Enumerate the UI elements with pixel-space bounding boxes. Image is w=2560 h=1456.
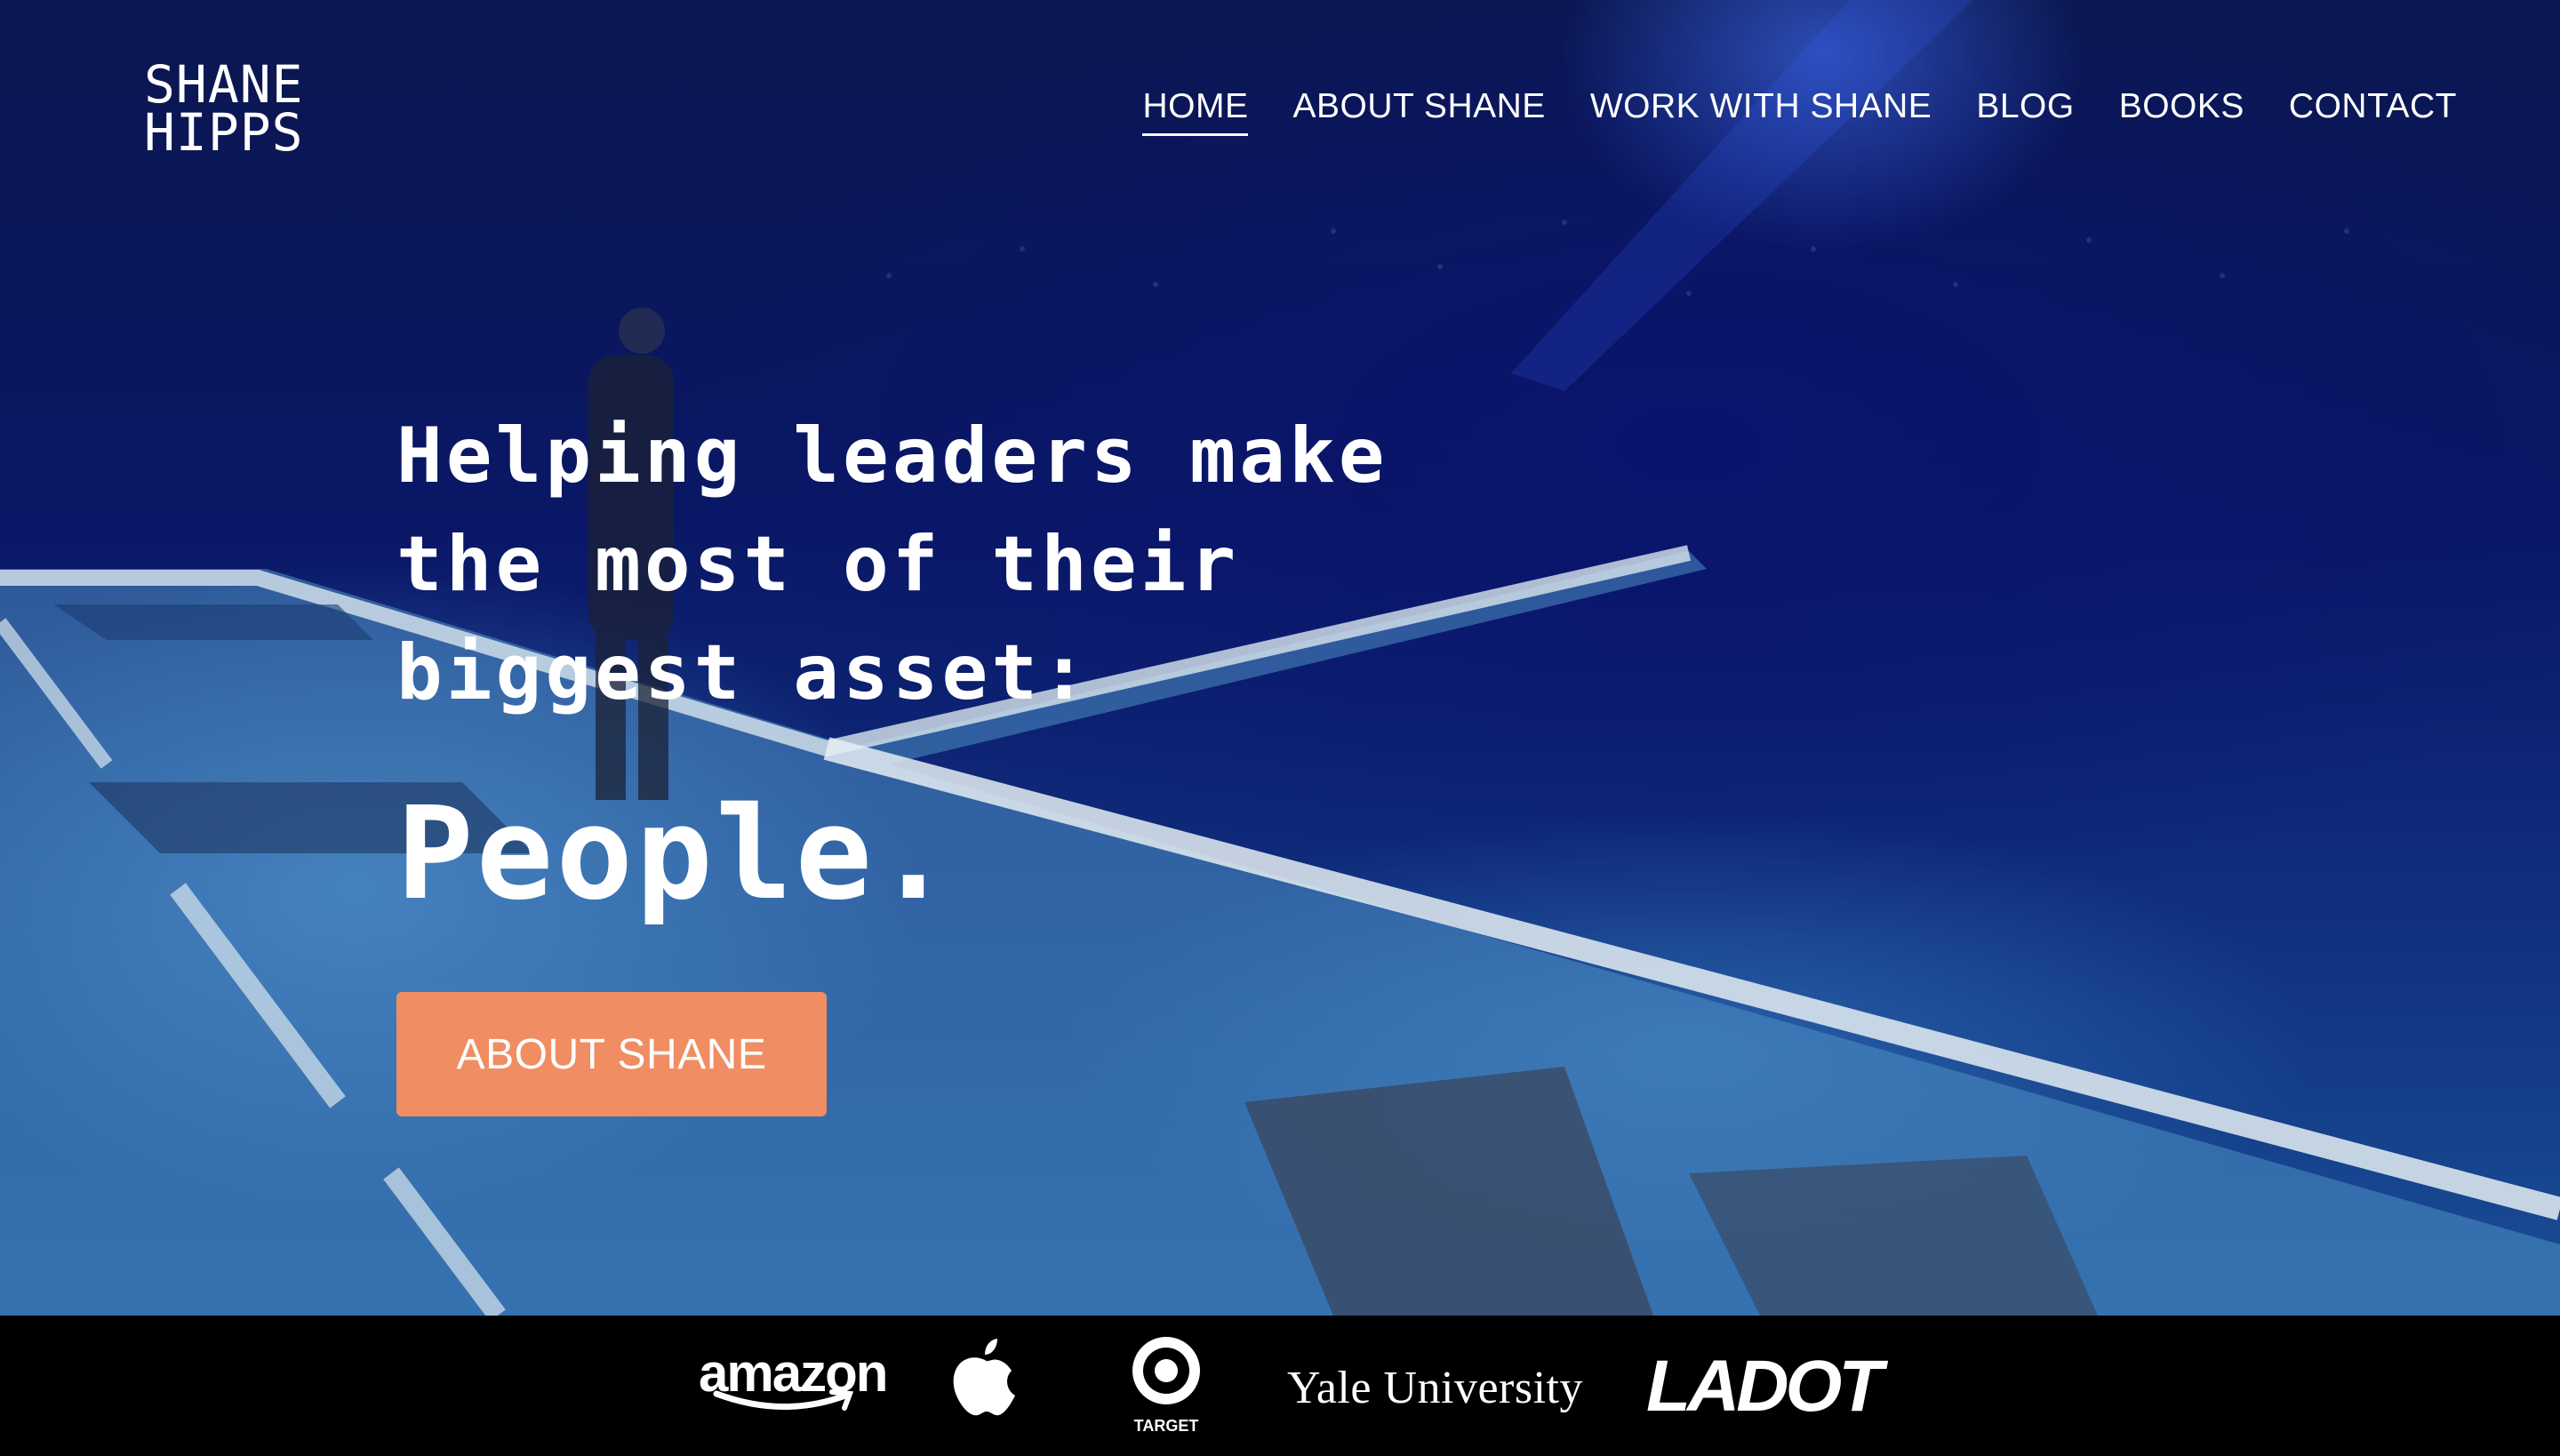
headline-line-2: the most of their bbox=[396, 520, 1240, 609]
nav-blog[interactable]: BLOG bbox=[1976, 87, 2074, 136]
logo-line-1: SHANE bbox=[144, 54, 304, 115]
target-wordmark: TARGET bbox=[1133, 1417, 1199, 1435]
target-logo: TARGET bbox=[1127, 1330, 1205, 1435]
nav-books[interactable]: BOOKS bbox=[2119, 87, 2244, 136]
nav-about-shane[interactable]: ABOUT SHANE bbox=[1292, 87, 1545, 136]
client-logos-bar: amazon TARGET Yale University LADOT bbox=[0, 1316, 2560, 1456]
about-shane-button[interactable]: ABOUT SHANE bbox=[396, 992, 827, 1116]
headline-line-3: biggest asset: bbox=[396, 628, 1091, 717]
amazon-smile-icon bbox=[713, 1389, 854, 1411]
nav-home[interactable]: HOME bbox=[1142, 87, 1249, 136]
logo-line-2: HIPPS bbox=[144, 102, 304, 163]
headline-line-1: Helping leaders make bbox=[396, 412, 1388, 500]
yale-university-logo: Yale University bbox=[1287, 1363, 1583, 1413]
apple-icon bbox=[953, 1339, 1015, 1416]
site-logo[interactable]: SHANE HIPPS bbox=[144, 54, 304, 163]
amazon-logo: amazon bbox=[699, 1342, 888, 1413]
main-nav: HOME ABOUT SHANE WORK WITH SHANE BLOG BO… bbox=[1142, 87, 2457, 136]
nav-contact[interactable]: CONTACT bbox=[2289, 87, 2457, 136]
hero-section: SHANE HIPPS HOME ABOUT SHANE WORK WITH S… bbox=[0, 0, 2560, 1316]
ladot-logo: LADOT bbox=[1646, 1346, 1883, 1427]
target-bullseye-icon bbox=[1132, 1337, 1200, 1404]
hero-emphasis: People. bbox=[396, 779, 955, 928]
apple-logo bbox=[951, 1335, 1019, 1417]
nav-work-with-shane[interactable]: WORK WITH SHANE bbox=[1590, 87, 1932, 136]
hero-headline: Helping leaders make the most of their b… bbox=[396, 402, 1552, 727]
